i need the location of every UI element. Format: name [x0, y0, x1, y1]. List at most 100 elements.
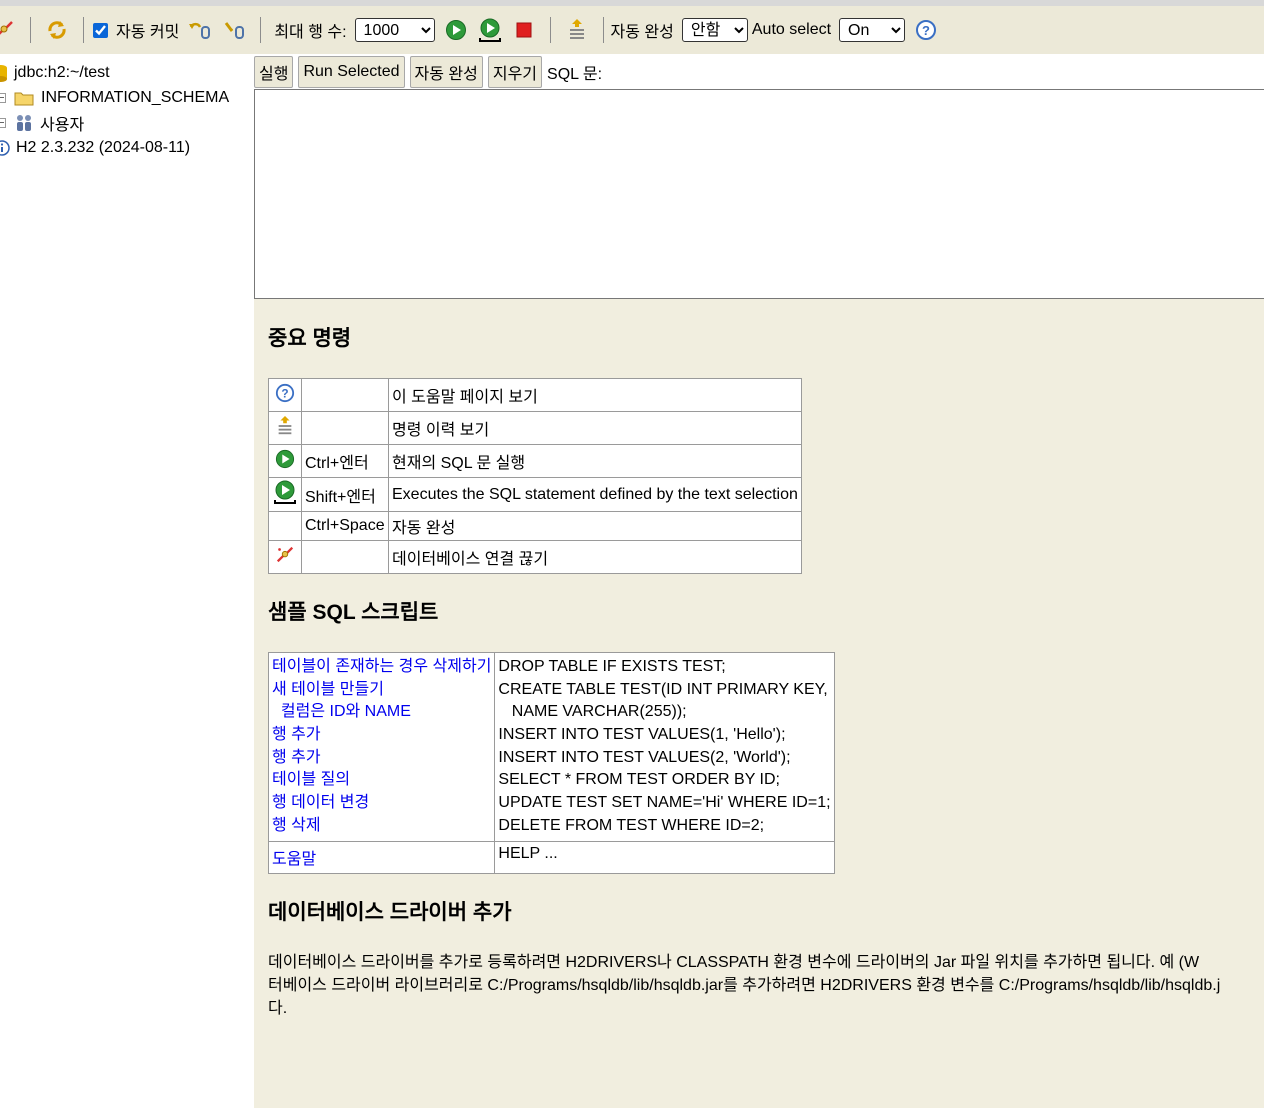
sample-sql-line: CREATE TABLE TEST(ID INT PRIMARY KEY,	[498, 680, 828, 698]
rollback-icon[interactable]	[188, 18, 212, 42]
command-icon-cell	[268, 477, 302, 512]
help-panel: 중요 명령 ? 이 도움말 페이지 보기 명령 이력 보기 Ctrl+엔터 현재의 SQ…	[254, 299, 1264, 1108]
clear-button[interactable]: 지우기	[487, 56, 543, 88]
sample-link[interactable]: 테이블이 존재하는 경우 삭제하기	[272, 656, 491, 679]
sample-link[interactable]: 행 데이터 변경	[272, 792, 491, 815]
expand-icon[interactable]	[0, 92, 6, 103]
autoselect-label: Auto select	[751, 21, 832, 38]
stop-icon[interactable]	[512, 18, 536, 42]
help-sql: HELP ...	[498, 844, 558, 862]
autocommit-label: 자동 커밋	[116, 24, 180, 41]
sample-link[interactable]: 행 추가	[272, 724, 491, 747]
autocomplete-label: 자동 완성	[610, 24, 674, 41]
sample-sql-line: NAME VARCHAR(255));	[498, 703, 687, 721]
command-key: Ctrl+엔터	[301, 444, 389, 478]
command-description: 이 도움말 페이지 보기	[388, 378, 802, 412]
sample-link[interactable]: 새 테이블 만들기	[272, 679, 491, 702]
users-icon	[14, 113, 34, 133]
sql-label: SQL 문:	[547, 66, 603, 83]
refresh-icon[interactable]	[45, 18, 69, 42]
command-key: Ctrl+Space	[301, 511, 389, 541]
run-selected-icon[interactable]	[478, 18, 502, 42]
help-link[interactable]: 도움말	[272, 851, 316, 868]
command-description: 데이터베이스 연결 끊기	[388, 540, 802, 574]
sample-link[interactable]: 테이블 질의	[272, 769, 491, 792]
disconnect-icon[interactable]	[0, 18, 16, 42]
driver-line: 다.	[268, 999, 288, 1017]
sample-link[interactable]: 행 삭제	[272, 815, 491, 838]
run-selected-button[interactable]: Run Selected	[298, 56, 405, 88]
sample-sql-table: 테이블이 존재하는 경우 삭제하기 새 테이블 만들기 컬럼은 ID와 NAME 행…	[267, 652, 835, 874]
svg-text:?: ?	[922, 23, 930, 38]
max-rows-label: 최대 행 수:	[274, 24, 347, 41]
history-icon	[275, 415, 295, 437]
autoselect-select[interactable]: On	[839, 18, 906, 42]
driver-line: 터베이스 드라이버 라이브러리로 C:/Programs/hsqldb/lib/…	[268, 976, 1221, 994]
command-description: 명령 이력 보기	[388, 411, 802, 445]
database-icon	[0, 64, 8, 82]
max-rows-select[interactable]: 1000	[354, 18, 435, 42]
sample-link[interactable]: 컬럼은 ID와 NAME	[272, 701, 491, 724]
command-key	[301, 411, 389, 445]
run-button[interactable]: 실행	[254, 56, 294, 88]
expand-icon[interactable]	[0, 117, 6, 128]
tree-connection[interactable]: jdbc:h2:~/test	[0, 60, 254, 85]
tree-version-label: H2 2.3.232 (2024-08-11)	[16, 138, 191, 156]
commit-icon[interactable]	[222, 18, 246, 42]
tree-users[interactable]: 사용자	[0, 110, 254, 135]
help-link-cell: 도움말	[267, 840, 496, 874]
info-icon	[0, 139, 10, 156]
command-row: Ctrl+엔터 현재의 SQL 문 실행	[268, 444, 802, 478]
sample-sql-line: DELETE FROM TEST WHERE ID=2;	[498, 816, 765, 834]
history-icon[interactable]	[565, 18, 589, 42]
command-key	[301, 540, 389, 574]
sample-sql-line: DROP TABLE IF EXISTS TEST;	[498, 658, 726, 675]
object-tree: jdbc:h2:~/test INFORMATION_SCHEMA 사용자 H2…	[0, 54, 254, 1108]
sample-link[interactable]: 행 추가	[272, 747, 491, 770]
svg-text:?: ?	[281, 386, 288, 400]
autocomplete-button[interactable]: 자동 완성	[409, 56, 483, 88]
autocommit-checkbox[interactable]	[93, 22, 108, 38]
disconnect-icon	[275, 545, 295, 565]
sql-input[interactable]	[254, 89, 1264, 299]
toolbar-separator	[549, 17, 551, 43]
command-icon-cell	[268, 411, 302, 445]
query-bar: 실행 Run Selected 자동 완성 지우기 SQL 문:	[254, 54, 1264, 90]
command-icon-cell	[268, 444, 302, 478]
help-sql-cell: HELP ...	[494, 840, 835, 874]
toolbar: 자동 커밋 최대 행 수: 1000 자동 완성 안함 Auto select …	[0, 0, 1264, 54]
run-selected-icon	[273, 480, 297, 504]
toolbar-separator	[602, 17, 604, 43]
help-icon[interactable]: ?	[914, 18, 938, 42]
add-driver-title: 데이터베이스 드라이버 추가	[268, 900, 512, 924]
command-icon-cell	[268, 540, 302, 574]
command-row: 명령 이력 보기	[268, 411, 802, 445]
command-row: 데이터베이스 연결 끊기	[268, 540, 802, 574]
tree-schema-label: INFORMATION_SCHEMA	[41, 88, 230, 106]
tree-users-label: 사용자	[40, 116, 85, 134]
command-key: Shift+엔터	[301, 477, 389, 512]
tree-connection-label: jdbc:h2:~/test	[14, 63, 110, 81]
command-icon-cell	[268, 511, 302, 541]
run-icon	[275, 449, 295, 469]
command-icon-cell: ?	[268, 378, 302, 412]
important-commands-title: 중요 명령	[268, 327, 352, 350]
sample-sql-cell: DROP TABLE IF EXISTS TEST; CREATE TABLE T…	[494, 652, 835, 842]
sample-sql-line: UPDATE TEST SET NAME='Hi' WHERE ID=1;	[498, 794, 831, 812]
folder-icon	[14, 90, 34, 106]
command-description: 자동 완성	[388, 511, 802, 541]
toolbar-separator	[83, 17, 84, 43]
driver-paragraph: 데이터베이스 드라이버를 추가로 등록하려면 H2DRIVERS나 CLASSP…	[268, 951, 1264, 1020]
sample-sql-line: INSERT INTO TEST VALUES(2, 'World');	[498, 748, 791, 766]
command-row: ? 이 도움말 페이지 보기	[268, 378, 802, 412]
tree-schema[interactable]: INFORMATION_SCHEMA	[0, 85, 254, 110]
sample-row: 테이블이 존재하는 경우 삭제하기 새 테이블 만들기 컬럼은 ID와 NAME 행…	[267, 652, 835, 842]
command-row: Ctrl+Space 자동 완성	[268, 511, 802, 541]
autocomplete-select[interactable]: 안함	[681, 18, 748, 42]
command-row: Shift+엔터 Executes the SQL statement defin…	[268, 477, 802, 512]
sample-sql-line: SELECT * FROM TEST ORDER BY ID;	[498, 771, 780, 789]
run-icon[interactable]	[444, 18, 468, 42]
command-key	[301, 378, 389, 412]
toolbar-separator	[260, 17, 262, 43]
commands-table: ? 이 도움말 페이지 보기 명령 이력 보기 Ctrl+엔터 현재의 SQL 문 실행…	[268, 378, 802, 574]
